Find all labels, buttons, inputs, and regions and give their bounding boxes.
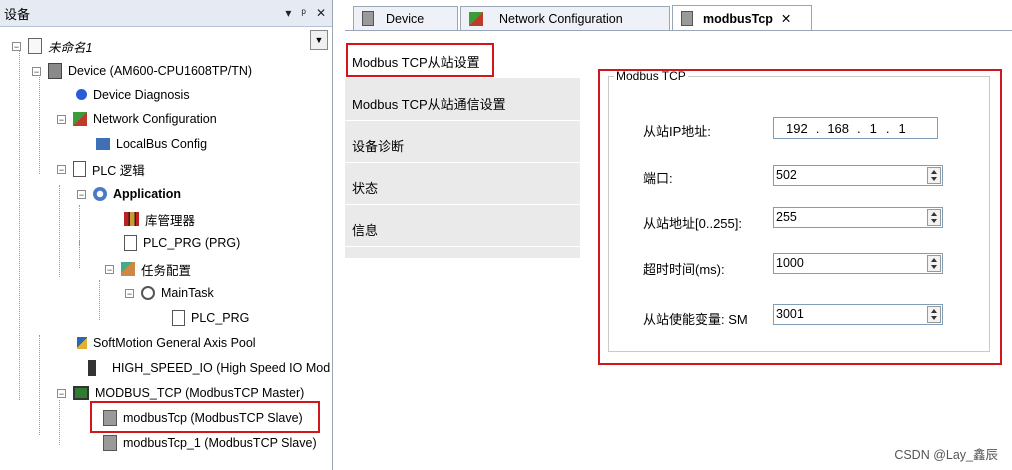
tree-item-localbus[interactable]: LocalBus Config (96, 133, 207, 155)
tree-item-network-config[interactable]: − Network Configuration (57, 108, 217, 130)
tree-item-label: PLC_PRG (191, 311, 250, 325)
tab-network-configuration[interactable]: Network Configuration (460, 6, 670, 30)
menu-item-slave-comm-settings[interactable]: Modbus TCP从站通信设置 (352, 94, 506, 113)
tree-item-plc-prg[interactable]: PLC_PRG (PRG) (124, 232, 240, 254)
highlight-box (90, 401, 320, 433)
tree-item-label: LocalBus Config (116, 137, 208, 151)
slave-device-icon (103, 435, 117, 451)
device-icon (48, 63, 62, 79)
project-icon (28, 38, 42, 54)
bus-icon (96, 138, 110, 150)
tree-item-label: Network Configuration (93, 112, 217, 126)
device-icon (681, 11, 693, 26)
tree-item-label: PLC_PRG (PRG) (143, 236, 241, 250)
tree-item-label: SoftMotion General Axis Pool (93, 336, 256, 350)
magnifier-icon (76, 88, 87, 100)
menu-item-device-diagnosis[interactable]: 设备诊断 (352, 136, 404, 155)
pou-icon (124, 235, 137, 251)
tree-item-project[interactable]: − 未命名1 (12, 35, 92, 57)
tree-item-device[interactable]: − Device (AM600-CPU1608TP/TN) (32, 60, 252, 82)
tab-modbustcp[interactable]: modbusTcp ✕ (672, 5, 812, 31)
modbus-master-icon (73, 386, 89, 400)
tree-item-label: 库管理器 (145, 213, 196, 228)
tree-item-device-diagnosis[interactable]: Device Diagnosis (76, 84, 190, 106)
devices-pane-header: 设备 ▾ ᵖ ✕ (0, 0, 332, 27)
tree-item-application[interactable]: − Application (77, 183, 181, 205)
tree-item-task-config[interactable]: − 任务配置 (105, 258, 191, 280)
watermark: CSDN @Lay_鑫辰 (894, 448, 998, 462)
tree-item-label: 任务配置 (141, 263, 192, 278)
menu-item-info[interactable]: 信息 (352, 220, 378, 239)
close-tab-icon[interactable]: ✕ (781, 11, 791, 26)
io-module-icon (88, 360, 96, 376)
task-icon (141, 286, 155, 300)
task-config-icon (121, 262, 135, 276)
tree-item-label: Application (113, 187, 182, 201)
pane-menu-icon[interactable]: ▾ (285, 6, 291, 20)
network-config-icon (73, 112, 87, 126)
tree-item-label: Device Diagnosis (93, 88, 190, 102)
tree-item-label: 未命名1 (48, 40, 93, 55)
tab-label: modbusTcp (703, 11, 773, 26)
network-config-icon (469, 11, 483, 26)
chevron-down-icon[interactable]: ▼ (310, 30, 328, 50)
tab-label: Device (386, 11, 425, 26)
tree-item-maintask[interactable]: − MainTask (125, 282, 214, 304)
devices-pane-title: 设备 (4, 6, 31, 22)
menu-item-status[interactable]: 状态 (352, 178, 378, 197)
tree-item-plc-logic[interactable]: − PLC 逻辑 (57, 158, 145, 180)
tree-item-label: MODBUS_TCP (ModbusTCP Master) (95, 386, 305, 400)
tree-item-label: Device (AM600-CPU1608TP/TN) (68, 64, 253, 78)
tree-item-plc-prg-call[interactable]: PLC_PRG (172, 307, 249, 329)
library-icon (124, 212, 139, 226)
tree-item-label: PLC 逻辑 (92, 163, 145, 178)
tree-item-high-speed-io[interactable]: HIGH_SPEED_IO (High Speed IO Mod (88, 357, 330, 379)
device-icon (362, 11, 374, 26)
axis-pool-icon (77, 337, 87, 349)
tree-item-modbustcp-slave-1[interactable]: modbusTcp_1 (ModbusTCP Slave) (103, 432, 317, 454)
tree-item-softmotion[interactable]: SoftMotion General Axis Pool (77, 332, 256, 354)
pin-icon[interactable]: ᵖ (301, 6, 306, 20)
highlight-box (598, 69, 1002, 365)
highlight-box (346, 43, 494, 77)
tab-device[interactable]: Device (353, 6, 458, 30)
plc-logic-icon (73, 161, 86, 177)
close-icon[interactable]: ✕ (316, 6, 326, 20)
tree-item-label: MainTask (161, 286, 214, 300)
tree-item-library-manager[interactable]: 库管理器 (124, 208, 195, 230)
application-gear-icon (93, 187, 107, 201)
pou-call-icon (172, 310, 185, 326)
tree-item-label: HIGH_SPEED_IO (High Speed IO Mod (112, 361, 331, 375)
tree-item-label: modbusTcp_1 (ModbusTCP Slave) (123, 436, 317, 450)
tab-label: Network Configuration (499, 11, 623, 26)
